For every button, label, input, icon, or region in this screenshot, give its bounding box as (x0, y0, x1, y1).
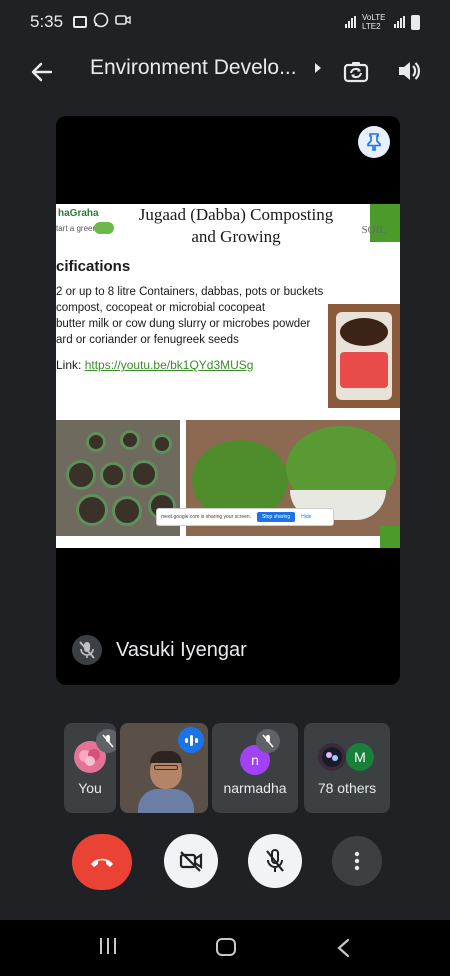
video-notification-icon (115, 12, 131, 32)
participant-label: You (78, 780, 102, 796)
video-link[interactable]: https://youtu.be/bk1QYd3MUSg (85, 358, 254, 372)
camera-off-icon (179, 851, 203, 872)
pin-icon[interactable] (358, 126, 390, 158)
specifications-heading: cifications (56, 258, 131, 275)
back-icon[interactable] (336, 938, 354, 958)
screen-share-notice: meet.google.com is sharing your screen. … (156, 508, 334, 526)
presentation-stage[interactable]: haGraha tart a green Jugaad (Dabba) Comp… (56, 116, 400, 685)
spec-line: butter milk or cow dung slurry or microb… (56, 318, 311, 330)
slide-title-line-1: Jugaad (Dabba) Composting (138, 205, 334, 224)
battery-icon (411, 14, 420, 30)
mic-off-icon (266, 849, 284, 872)
signal-icon (345, 16, 356, 28)
speaker-icon[interactable] (396, 58, 424, 86)
network-label: VoLTE LTE2 (362, 13, 386, 31)
status-time: 5:35 (30, 12, 64, 31)
spec-line: ard or coriander or fenugreek seeds (56, 334, 239, 346)
participant-label: narmadha (223, 780, 287, 796)
share-notice-text: meet.google.com is sharing your screen. (161, 514, 252, 520)
video-link-line: Link: https://youtu.be/bk1QYd3MUSg (56, 358, 253, 372)
camera-toggle-button[interactable] (164, 834, 218, 888)
slide-logo: haGraha (58, 208, 99, 219)
mic-off-icon (72, 635, 102, 665)
home-icon[interactable] (216, 938, 236, 956)
slide-corner-decoration (380, 526, 400, 548)
system-nav-bar (0, 920, 450, 976)
status-bar: 5:35 VoLTE LTE2 (0, 0, 450, 44)
video-link-prefix: Link: (56, 358, 82, 372)
slide-title-line-2: and Growing (191, 227, 281, 246)
spec-line: 2 or up to 8 litre Containers, dabbas, p… (56, 286, 324, 298)
mic-off-icon (96, 729, 116, 753)
more-vert-icon (354, 851, 360, 871)
recents-icon[interactable] (100, 938, 116, 954)
meeting-header: Environment Develo... (0, 44, 450, 100)
speaking-indicator-icon (178, 727, 204, 753)
participant-label: 78 others (317, 780, 377, 796)
soil-label: SOIL (361, 224, 386, 236)
soil-corner-decoration (370, 204, 400, 242)
meeting-title-button[interactable]: Environment Develo... (90, 56, 321, 80)
end-call-button[interactable] (72, 834, 132, 890)
mic-off-icon (256, 729, 280, 753)
participant-strip: You n narmadha M 78 others (64, 723, 390, 813)
stop-sharing-button: Stop sharing (257, 512, 296, 522)
spec-line: compost, cocopeat or microbial cocopeat (56, 302, 266, 314)
signal-2-icon (394, 16, 405, 28)
more-options-button[interactable] (332, 836, 382, 886)
arrow-left-icon[interactable] (28, 58, 56, 86)
presenter-label: Vasuki Iyengar (72, 635, 247, 665)
end-call-icon (91, 858, 113, 867)
mic-toggle-button[interactable] (248, 834, 302, 888)
gallery-notification-icon (73, 16, 88, 28)
shared-slide: haGraha tart a green Jugaad (Dabba) Comp… (56, 204, 400, 548)
camera-switch-icon[interactable] (342, 58, 370, 86)
slide-logo-subtitle: tart a green (56, 224, 97, 233)
chevron-right-icon (314, 63, 321, 73)
hide-button: Hide (301, 514, 312, 520)
participant-tile-speaking[interactable] (120, 723, 208, 813)
compost-pot-photo (328, 304, 400, 408)
participant-tile-you[interactable]: You (64, 723, 116, 813)
participant-tile-others[interactable]: M 78 others (304, 723, 390, 813)
whatsapp-notification-icon (93, 12, 109, 33)
avatar-m: M (346, 743, 374, 771)
presenter-name: Vasuki Iyengar (116, 638, 247, 661)
specifications-list: 2 or up to 8 litre Containers, dabbas, p… (56, 284, 323, 348)
avatar-group (318, 743, 346, 771)
meeting-title: Environment Develo... (90, 56, 297, 79)
call-controls (0, 834, 450, 890)
slide-logo-badge (94, 222, 114, 234)
participant-tile-narmadha[interactable]: n narmadha (212, 723, 298, 813)
slide-title: Jugaad (Dabba) Composting and Growing (116, 204, 356, 248)
